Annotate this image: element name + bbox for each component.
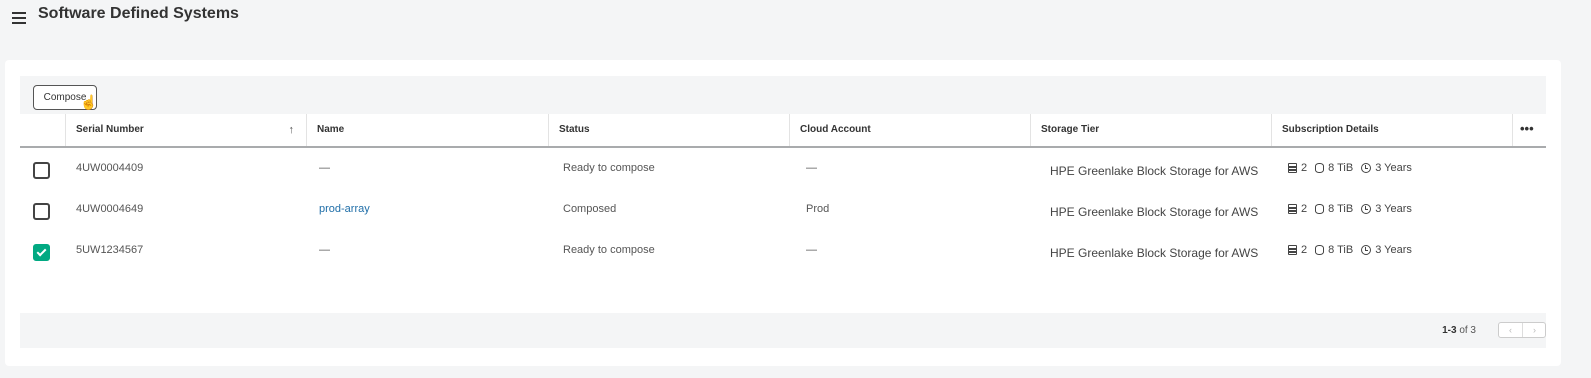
clock-icon (1361, 245, 1372, 256)
menu-icon[interactable] (12, 12, 26, 24)
top-bar: Software Defined Systems (0, 0, 1591, 40)
row-checkbox[interactable] (33, 162, 50, 179)
subscription-details-cell: 28 TiB 3 Years (1288, 230, 1412, 271)
chevron-left-icon[interactable]: ‹ (1499, 323, 1523, 337)
subscription-details-cell: 28 TiB 3 Years (1288, 148, 1412, 189)
column-header-name[interactable]: Name (306, 114, 548, 146)
table-row[interactable]: 4UW0004649 prod-array Composed Prod HPE … (20, 189, 1546, 230)
storage-icon (1315, 245, 1325, 256)
column-header-cloud-account[interactable]: Cloud Account (789, 114, 1030, 146)
chevron-right-icon[interactable]: › (1523, 323, 1546, 337)
storage-tier-cell: HPE Greenlake Block Storage for AWS (1050, 205, 1259, 219)
column-header-serial-number[interactable]: Serial Number ↑ (65, 114, 306, 146)
clock-icon (1361, 204, 1372, 215)
select-column-header (20, 114, 65, 146)
column-header-status[interactable]: Status (548, 114, 789, 146)
subscription-details-cell: 28 TiB 3 Years (1288, 189, 1412, 230)
pagination-summary: 1-3 of 3 (1442, 325, 1476, 336)
array-icon (1288, 163, 1297, 174)
array-icon (1288, 245, 1297, 256)
status-cell: Ready to compose (563, 244, 655, 256)
cloud-account-cell: Prod (806, 203, 830, 215)
name-cell: — (319, 162, 330, 174)
cloud-account-cell: — (806, 244, 817, 256)
status-cell: Ready to compose (563, 162, 655, 174)
storage-icon (1315, 204, 1325, 215)
row-checkbox[interactable] (33, 203, 50, 220)
column-header-subscription-details[interactable]: Subscription Details (1271, 114, 1512, 146)
table-footer: 1-3 of 3 ‹ › (20, 313, 1546, 348)
sort-ascending-icon[interactable]: ↑ (289, 114, 295, 146)
name-cell: — (319, 244, 330, 256)
pagination-controls: ‹ › (1498, 322, 1546, 338)
status-cell: Composed (563, 203, 617, 215)
table-header: Serial Number ↑ Name Status Cloud Accoun… (20, 114, 1546, 148)
serial-number-cell: 4UW0004649 (76, 203, 144, 215)
table-row[interactable]: 4UW0004409 — Ready to compose — HPE Gree… (20, 148, 1546, 189)
serial-number-cell: 5UW1234567 (76, 244, 144, 256)
serial-number-cell: 4UW0004409 (76, 162, 144, 174)
row-checkbox-checked[interactable] (33, 244, 50, 261)
hand-cursor-icon: ☝ (80, 94, 98, 110)
page-title: Software Defined Systems (38, 5, 239, 22)
systems-card: Compose ☝ Serial Number ↑ Name Status Cl… (5, 60, 1561, 366)
clock-icon (1361, 163, 1372, 174)
storage-tier-cell: HPE Greenlake Block Storage for AWS (1050, 164, 1259, 178)
more-icon[interactable]: ••• (1520, 114, 1534, 146)
column-header-storage-tier[interactable]: Storage Tier (1030, 114, 1271, 146)
storage-tier-cell: HPE Greenlake Block Storage for AWS (1050, 246, 1259, 260)
toolbar: Compose (20, 76, 1546, 114)
storage-icon (1315, 163, 1325, 174)
table-row[interactable]: 5UW1234567 — Ready to compose — HPE Gree… (20, 230, 1546, 271)
name-link[interactable]: prod-array (319, 189, 370, 230)
array-icon (1288, 204, 1297, 215)
cloud-account-cell: — (806, 162, 817, 174)
